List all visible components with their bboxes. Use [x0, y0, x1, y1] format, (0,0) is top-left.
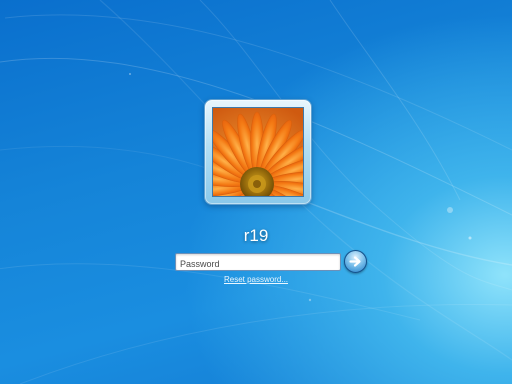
submit-arrow-button[interactable] [344, 250, 367, 273]
reset-password-link[interactable]: Reset password... [0, 275, 512, 284]
username-label: r19 [243, 226, 269, 245]
account-picture [212, 107, 304, 197]
password-input[interactable] [176, 256, 340, 272]
arrow-right-icon [349, 256, 361, 267]
orange-gerbera-flower-icon [213, 108, 303, 196]
password-field-frame[interactable] [175, 253, 341, 272]
user-account-tile[interactable] [204, 99, 312, 205]
